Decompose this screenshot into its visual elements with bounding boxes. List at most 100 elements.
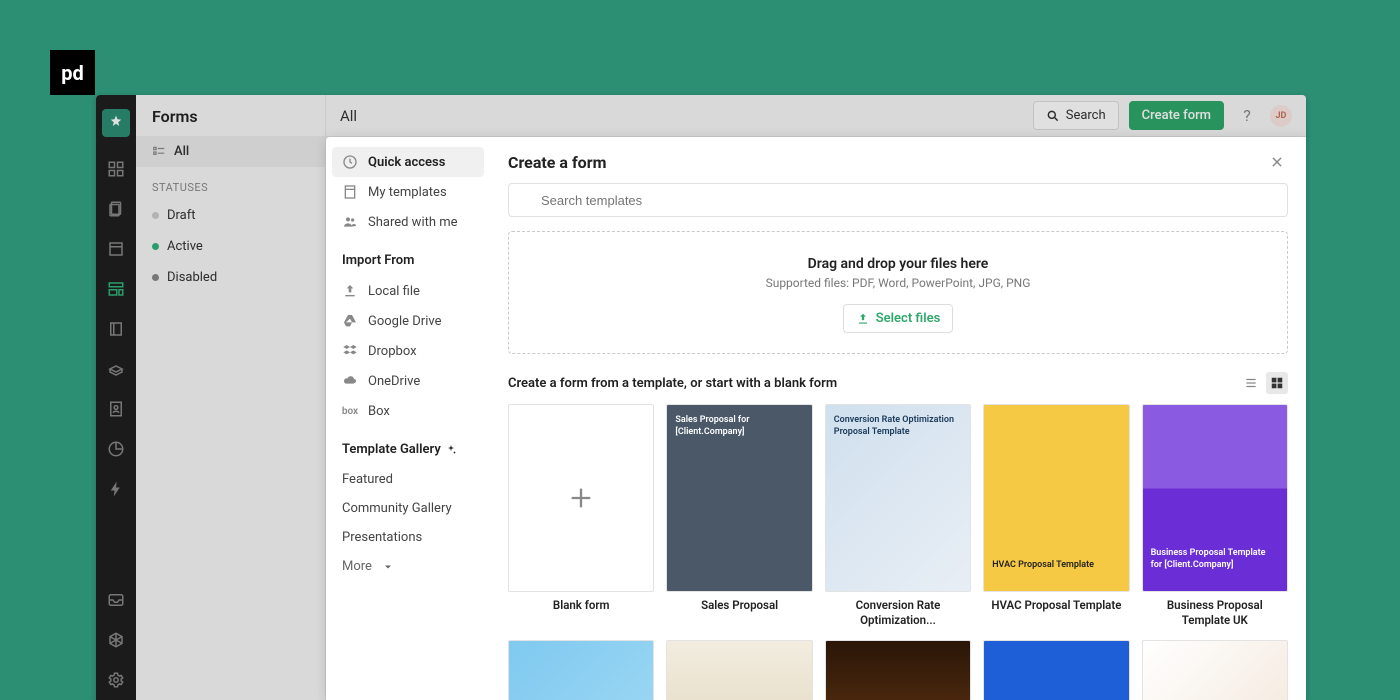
- search-templates-input[interactable]: [508, 183, 1288, 217]
- rail-automation-icon[interactable]: [102, 475, 130, 503]
- rail-reports-icon[interactable]: [102, 435, 130, 463]
- rail-inbox-icon[interactable]: [102, 586, 130, 614]
- rail-dashboard-icon[interactable]: [102, 155, 130, 183]
- create-form-button[interactable]: Create form: [1129, 101, 1224, 130]
- template-hvac[interactable]: HVAC Proposal Template HVAC Proposal Tem…: [983, 404, 1129, 628]
- rail-templates-icon[interactable]: [102, 235, 130, 263]
- modal-nav-quick-access[interactable]: Quick access: [332, 147, 484, 177]
- dropzone-subtitle: Supported files: PDF, Word, PowerPoint, …: [519, 276, 1277, 290]
- select-files-label: Select files: [876, 311, 941, 326]
- templates-heading: Create a form from a template, or start …: [508, 376, 837, 391]
- topbar: All Search Create form ? JD: [326, 95, 1306, 137]
- template-cover-text: Conversion Rate Optimization Proposal Te…: [826, 405, 970, 591]
- select-files-button[interactable]: Select files: [843, 304, 954, 333]
- modal-nav-my-templates[interactable]: My templates: [332, 177, 484, 207]
- template-thumb: HVAC Proposal Template: [983, 404, 1129, 592]
- rail-documents-icon[interactable]: [102, 195, 130, 223]
- template-name: Conversion Rate Optimization...: [825, 598, 971, 628]
- modal-content: Create a form Drag and drop your files h…: [490, 137, 1306, 700]
- modal-nav-shared[interactable]: Shared with me: [332, 207, 484, 237]
- rail-brand-icon[interactable]: [102, 109, 130, 137]
- template-thumb: [666, 640, 812, 700]
- templates-grid: Blank form Sales Proposal for [Client.Co…: [508, 404, 1288, 700]
- template-thumb: Advertising Sales Proposal Template: [508, 640, 654, 700]
- template-name: Blank form: [553, 598, 610, 628]
- upload-icon: [342, 283, 358, 299]
- search-label: Search: [1066, 108, 1106, 123]
- search-button[interactable]: Search: [1033, 101, 1119, 130]
- modal-nav-label: Shared with me: [368, 215, 458, 230]
- avatar[interactable]: JD: [1270, 105, 1292, 127]
- modal-nav-label: Community Gallery: [342, 501, 452, 516]
- dropzone[interactable]: Drag and drop your files here Supported …: [508, 231, 1288, 354]
- modal-nav-label: Box: [368, 404, 390, 419]
- template-name: HVAC Proposal Template: [991, 598, 1121, 628]
- sidebar-title: Forms: [136, 95, 325, 136]
- sidebar-status-disabled[interactable]: Disabled: [136, 262, 325, 293]
- template-card[interactable]: [1142, 640, 1288, 700]
- template-business-uk[interactable]: Business Proposal Template for [Client.C…: [1142, 404, 1288, 628]
- import-local-file[interactable]: Local file: [332, 276, 484, 306]
- help-button[interactable]: ?: [1234, 103, 1260, 129]
- chevron-down-icon: [382, 561, 394, 573]
- template-cover-text: Business Proposal Template for [Client.C…: [1143, 538, 1287, 581]
- template-blank-form[interactable]: Blank form: [508, 404, 654, 628]
- import-from-heading: Import From: [332, 237, 484, 276]
- template-thumb: [983, 640, 1129, 700]
- dropzone-title: Drag and drop your files here: [519, 256, 1277, 272]
- clock-icon: [342, 154, 358, 170]
- sidebar-item-all[interactable]: All: [136, 136, 325, 167]
- modal-nav-label: Google Drive: [368, 314, 441, 329]
- gallery-community[interactable]: Community Gallery: [332, 494, 484, 523]
- template-sales-proposal[interactable]: Sales Proposal for [Client.Company] Sale…: [666, 404, 812, 628]
- rail-catalog-icon[interactable]: [102, 355, 130, 383]
- close-button[interactable]: [1266, 151, 1288, 173]
- sidebar-item-label: Active: [167, 239, 203, 254]
- import-dropbox[interactable]: Dropbox: [332, 336, 484, 366]
- logo-text: pd: [61, 61, 84, 85]
- rail-settings-icon[interactable]: [102, 666, 130, 694]
- rail-addons-icon[interactable]: [102, 626, 130, 654]
- dropbox-icon: [342, 343, 358, 359]
- modal-title: Create a form: [508, 153, 606, 172]
- box-icon: box: [342, 403, 358, 419]
- sidebar-item-label: Draft: [167, 208, 196, 223]
- template-gallery-heading: Template Gallery: [332, 426, 484, 465]
- modal-nav-label: Quick access: [368, 155, 445, 170]
- view-grid-button[interactable]: [1266, 372, 1288, 394]
- close-icon: [1270, 155, 1284, 169]
- breadcrumb: All: [340, 107, 1023, 125]
- template-card[interactable]: [825, 640, 971, 700]
- sidebar-status-active[interactable]: Active: [136, 231, 325, 262]
- rail-forms-icon[interactable]: [102, 275, 130, 303]
- sidebar: Forms All STATUSES Draft Active Disabled: [136, 95, 326, 700]
- sidebar-status-draft[interactable]: Draft: [136, 200, 325, 231]
- modal-nav-label: OneDrive: [368, 374, 420, 389]
- list-icon: [152, 145, 166, 159]
- import-box[interactable]: box Box: [332, 396, 484, 426]
- template-card[interactable]: Advertising Sales Proposal Template: [508, 640, 654, 700]
- import-google-drive[interactable]: Google Drive: [332, 306, 484, 336]
- rail-library-icon[interactable]: [102, 315, 130, 343]
- import-onedrive[interactable]: OneDrive: [332, 366, 484, 396]
- rail-contacts-icon[interactable]: [102, 395, 130, 423]
- gallery-presentations[interactable]: Presentations: [332, 523, 484, 552]
- pandadoc-logo: pd: [50, 50, 95, 95]
- template-cro[interactable]: Conversion Rate Optimization Proposal Te…: [825, 404, 971, 628]
- template-thumb: [825, 640, 971, 700]
- view-list-button[interactable]: [1240, 372, 1262, 394]
- modal-nav-label: Presentations: [342, 530, 422, 545]
- template-thumb: [1142, 640, 1288, 700]
- template-card[interactable]: [983, 640, 1129, 700]
- template-name: Business Proposal Template UK: [1142, 598, 1288, 628]
- template-cover-text: HVAC Proposal Template: [984, 550, 1128, 582]
- gallery-more[interactable]: More: [332, 552, 484, 581]
- modal-sidebar: Quick access My templates Shared with me…: [326, 137, 490, 700]
- people-icon: [342, 214, 358, 230]
- sparkle-icon: [445, 444, 457, 456]
- gallery-featured[interactable]: Featured: [332, 465, 484, 494]
- sidebar-item-label: Disabled: [167, 270, 217, 285]
- create-form-modal: Quick access My templates Shared with me…: [326, 137, 1306, 700]
- template-card[interactable]: [666, 640, 812, 700]
- cloud-icon: [342, 373, 358, 389]
